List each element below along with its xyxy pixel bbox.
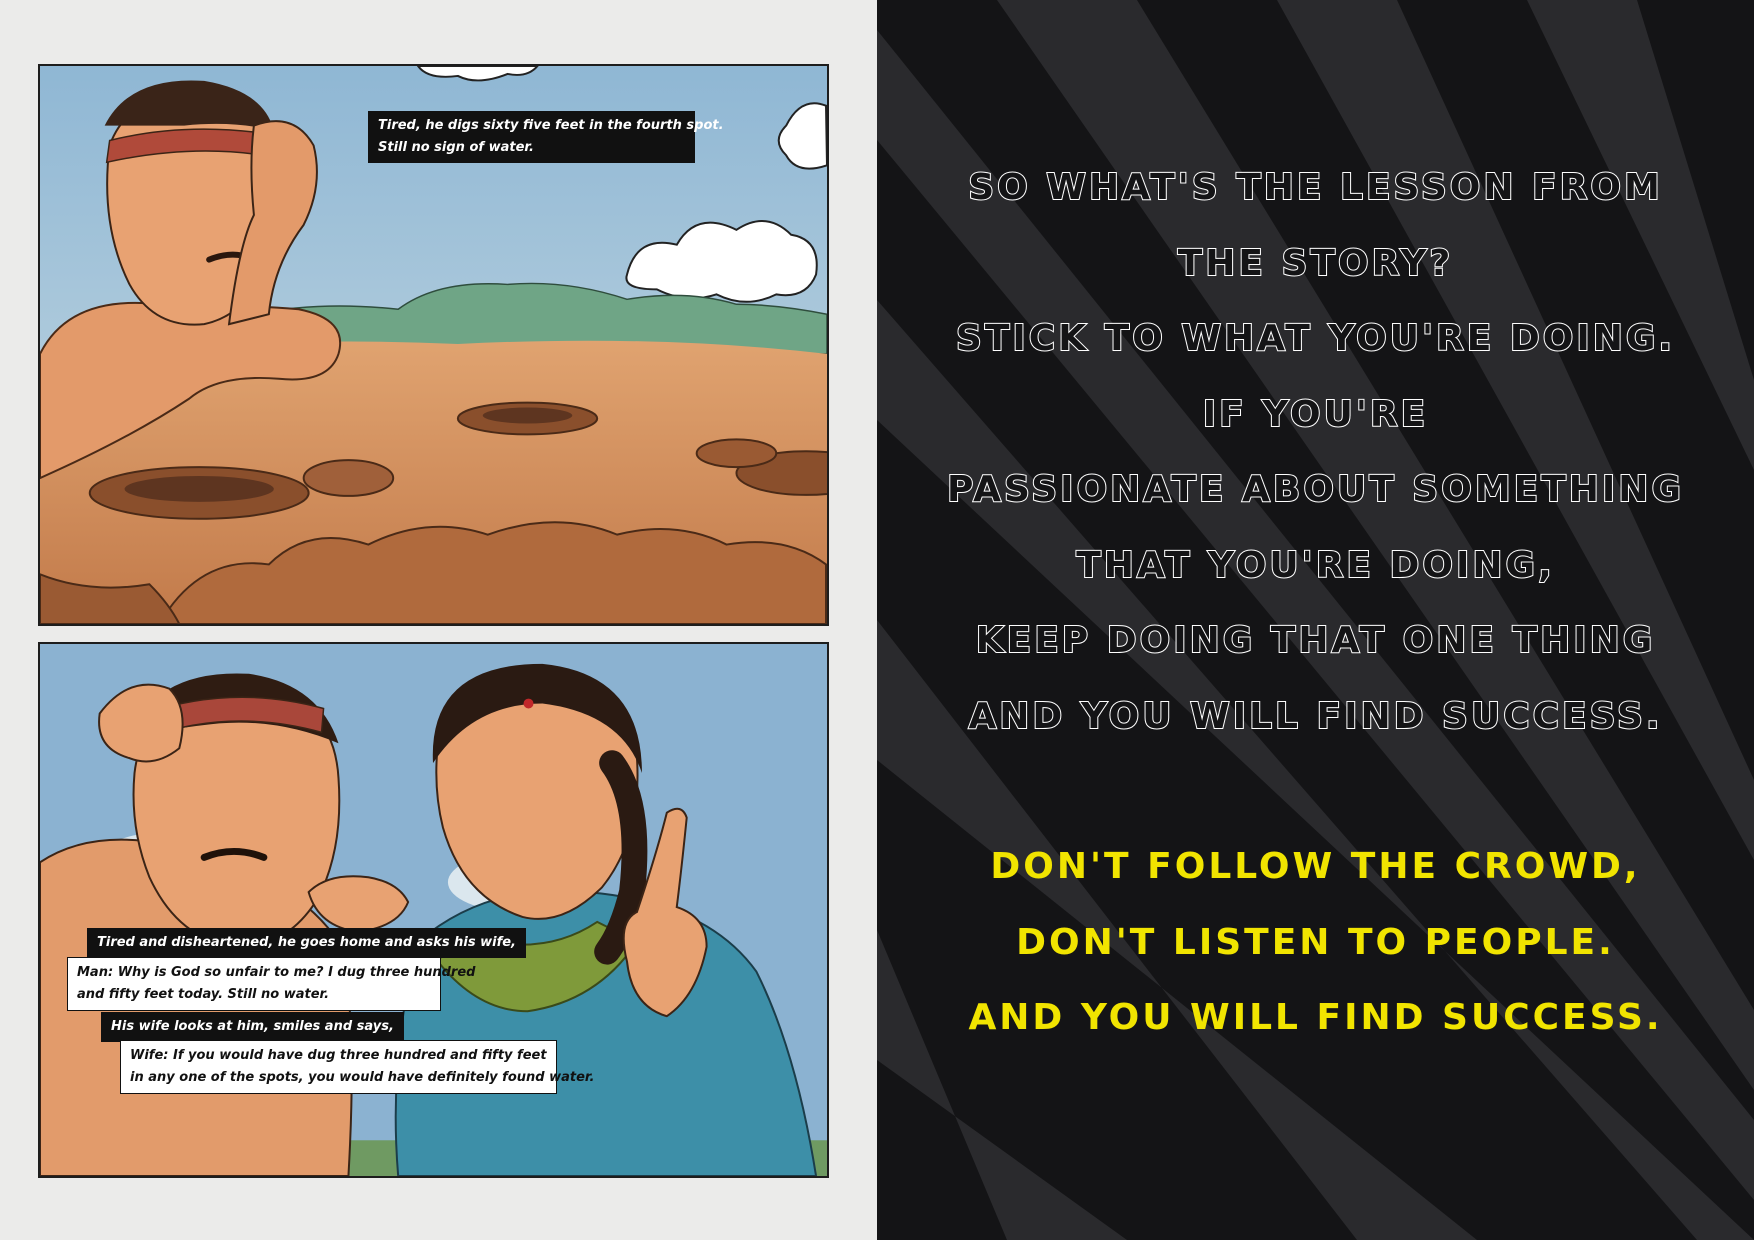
conversation-scene-illustration	[40, 644, 827, 1176]
comic-panel-conversation: Tired and disheartened, he goes home and…	[38, 642, 829, 1178]
highlight-line: Don't follow the crowd,	[990, 846, 1641, 887]
lesson-line: that you're doing,	[1075, 544, 1555, 587]
lesson-page: So what's the lesson from the story? Sti…	[877, 0, 1754, 1240]
lesson-line: Stick to what you're doing.	[955, 317, 1676, 360]
caption-line: Still no sign of water.	[378, 140, 534, 155]
lesson-text: So what's the lesson from the story? Sti…	[877, 150, 1754, 754]
lesson-line: keep doing that one thing	[975, 619, 1656, 662]
narration-line: Tired and disheartened, he goes home and…	[97, 935, 516, 950]
dialogue-line: in any one of the spots, you would have …	[130, 1070, 595, 1085]
highlight-text: Don't follow the crowd, don't listen to …	[877, 829, 1754, 1056]
dialogue-line: and fifty feet today. Still no water.	[77, 987, 330, 1002]
lesson-line: and you will find success.	[967, 695, 1663, 738]
lesson-line: If you're	[1202, 393, 1429, 436]
comic-page: Tired, he digs sixty five feet in the fo…	[0, 0, 877, 1240]
wife-dialogue-caption: Wife: If you would have dug three hundre…	[120, 1040, 595, 1094]
highlight-line: And you will find success.	[968, 997, 1663, 1038]
dialogue-line: Wife: If you would have dug three hundre…	[130, 1048, 547, 1063]
comic-panel-digging: Tired, he digs sixty five feet in the fo…	[38, 64, 829, 626]
lesson-line: So what's the lesson from	[967, 166, 1663, 209]
highlight-line: don't listen to people.	[1016, 921, 1615, 963]
caption-line: Tired, he digs sixty five feet in the fo…	[378, 118, 724, 133]
narration-caption: His wife looks at him, smiles and says,	[101, 1012, 404, 1042]
lesson-line: passionate about something	[946, 468, 1684, 511]
narration-caption: Tired, he digs sixty five feet in the fo…	[368, 111, 724, 163]
lesson-line: the story?	[1177, 242, 1454, 285]
narration-line: His wife looks at him, smiles and says,	[111, 1019, 394, 1034]
man-dialogue-caption: Man: Why is God so unfair to me? I dug t…	[67, 957, 476, 1011]
dialogue-line: Man: Why is God so unfair to me? I dug t…	[77, 965, 476, 980]
narration-caption: Tired and disheartened, he goes home and…	[87, 928, 526, 958]
